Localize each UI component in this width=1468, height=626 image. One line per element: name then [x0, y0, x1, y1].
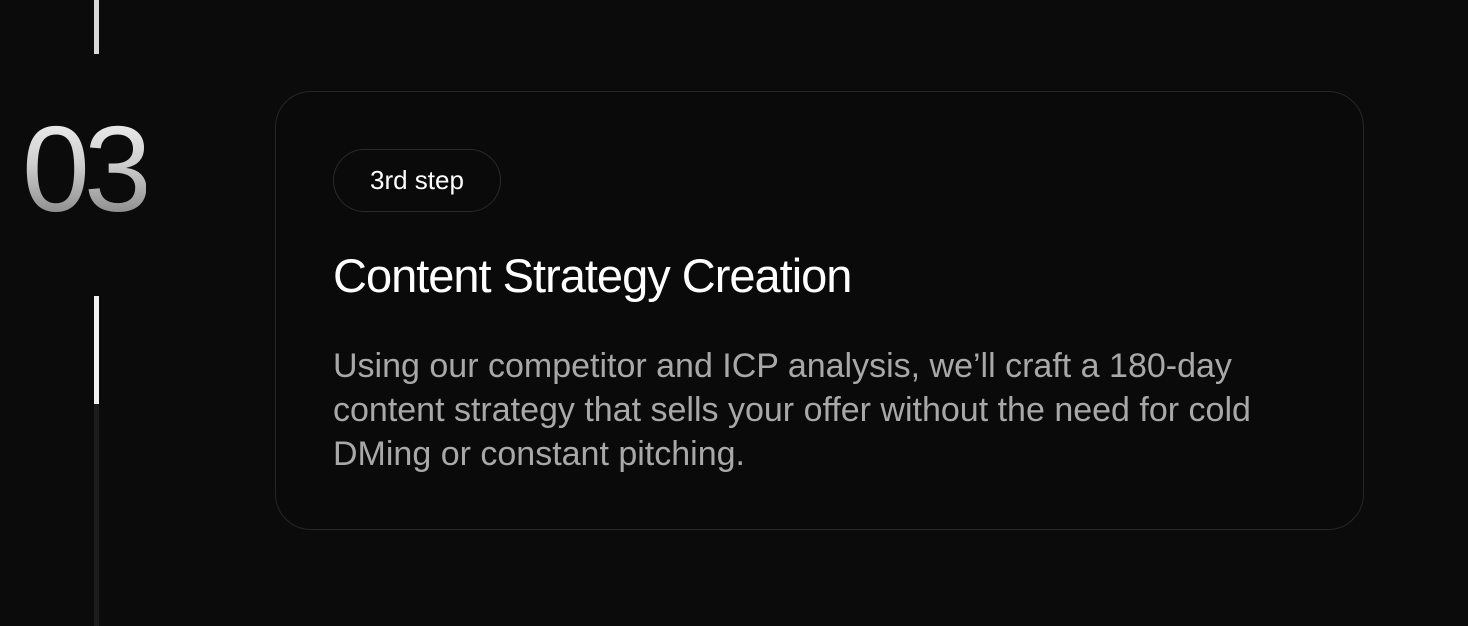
- step-title: Content Strategy Creation: [333, 249, 852, 302]
- step-description: Using our competitor and ICP analysis, w…: [333, 347, 1251, 473]
- process-step-section: 03 3rd step Content Strategy Creation Us…: [0, 0, 1468, 626]
- timeline-progress-indicator: [94, 296, 99, 404]
- timeline-track: [94, 404, 99, 626]
- step-card: 3rd step Content Strategy Creation Using…: [275, 91, 1364, 530]
- step-badge: 3rd step: [333, 149, 501, 212]
- timeline-line-previous: [94, 0, 99, 54]
- step-number: 03: [22, 101, 152, 237]
